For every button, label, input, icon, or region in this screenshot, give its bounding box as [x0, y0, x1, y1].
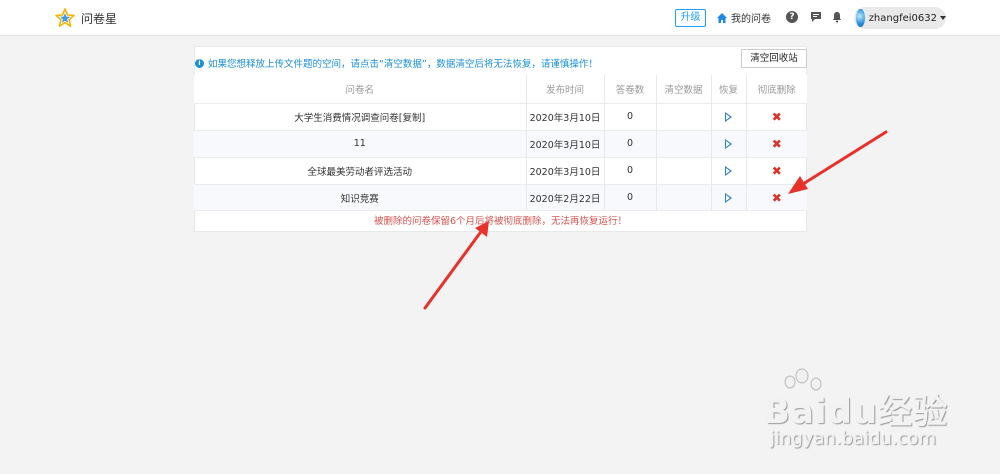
delete-x-icon[interactable]: ✖	[772, 111, 782, 123]
info-icon: i	[195, 58, 204, 68]
my-surveys-link[interactable]: 我的问卷	[716, 10, 771, 25]
restore-cell	[711, 156, 747, 184]
column-header-restore: 恢复	[711, 75, 747, 103]
publish-date: 2020年3月10日	[526, 129, 605, 157]
table-row: 全球最美劳动者评选活动 2020年3月10日 0 ✖	[194, 156, 807, 184]
survey-name: 11	[194, 129, 527, 157]
restore-play-icon[interactable]	[725, 138, 732, 149]
upgrade-button[interactable]: 升级	[675, 9, 706, 27]
logo[interactable]: 问卷星	[55, 8, 117, 28]
username: zhangfei0632	[868, 12, 937, 24]
watermark-domain: jingyan.baidu.com	[770, 428, 937, 449]
delete-x-icon[interactable]: ✖	[772, 192, 782, 204]
column-header-delete: 彻底删除	[746, 75, 807, 103]
delete-cell: ✖	[746, 102, 807, 130]
deleted-surveys-table: 问卷名 发布时间 答卷数 清空数据 恢复 彻底删除 大学生消费情况调查问卷[复制…	[194, 75, 807, 211]
message-icon[interactable]	[810, 11, 822, 26]
publish-date: 2020年3月10日	[526, 102, 605, 130]
clear-data-cell[interactable]	[656, 183, 712, 211]
help-icon[interactable]: ?	[786, 11, 798, 23]
restore-cell	[711, 183, 747, 211]
table-header-row: 问卷名 发布时间 答卷数 清空数据 恢复 彻底删除	[194, 75, 807, 103]
restore-cell	[711, 129, 747, 157]
column-header-date: 发布时间	[526, 75, 605, 103]
avatar	[856, 9, 865, 27]
table-row: 11 2020年3月10日 0 ✖	[194, 129, 807, 157]
notice-text: 如果您想释放上传文件题的空间，请点击“清空数据”，数据清空后将无法恢复，请谨慎操…	[208, 59, 598, 70]
answer-count: 0	[604, 183, 657, 211]
column-header-name: 问卷名	[194, 75, 527, 103]
survey-name: 全球最美劳动者评选活动	[194, 156, 527, 184]
publish-date: 2020年3月10日	[526, 156, 605, 184]
delete-cell: ✖	[746, 129, 807, 157]
restore-play-icon[interactable]	[725, 111, 732, 122]
delete-cell: ✖	[746, 156, 807, 184]
table-row: 知识竞赛 2020年2月22日 0 ✖	[194, 183, 807, 211]
restore-play-icon[interactable]	[725, 165, 732, 176]
answer-count: 0	[604, 129, 657, 157]
clear-data-cell[interactable]	[656, 156, 712, 184]
retention-warning: 被删除的问卷保留6个月后将被彻底删除，无法再恢复运行！	[194, 210, 807, 232]
answer-count: 0	[604, 102, 657, 130]
arrow-to-retention-warning	[423, 221, 489, 310]
clear-data-cell[interactable]	[656, 129, 712, 157]
home-icon	[717, 12, 727, 23]
answer-count: 0	[604, 156, 657, 184]
bell-icon[interactable]	[831, 11, 843, 26]
column-header-clear-data: 清空数据	[656, 75, 712, 103]
my-surveys-label: 我的问卷	[731, 14, 771, 25]
clear-recycle-bin-button[interactable]: 清空回收站	[741, 49, 807, 68]
user-menu[interactable]: zhangfei0632	[854, 7, 946, 29]
baidu-jingyan-watermark: Baidu经验 jingyan.baidu.com	[762, 366, 962, 456]
publish-date: 2020年2月22日	[526, 183, 605, 211]
column-header-answers: 答卷数	[604, 75, 657, 103]
table-row: 大学生消费情况调查问卷[复制] 2020年3月10日 0 ✖	[194, 102, 807, 130]
delete-x-icon[interactable]: ✖	[772, 165, 782, 177]
survey-name: 知识竞赛	[194, 183, 527, 211]
clear-data-cell[interactable]	[656, 102, 712, 130]
delete-cell: ✖	[746, 183, 807, 211]
delete-x-icon[interactable]: ✖	[772, 138, 782, 150]
star-logo-icon	[55, 8, 75, 28]
restore-play-icon[interactable]	[725, 192, 732, 203]
clear-data-notice: i 如果您想释放上传文件题的空间，请点击“清空数据”，数据清空后将无法恢复，请谨…	[195, 56, 598, 70]
logo-text: 问卷星	[81, 11, 118, 26]
survey-name: 大学生消费情况调查问卷[复制]	[194, 102, 527, 130]
chevron-down-icon	[940, 16, 946, 20]
watermark-brand: Baidu经验	[764, 392, 949, 432]
restore-cell	[711, 102, 747, 130]
top-navbar: 问卷星 升级 我的问卷 ? zhangfei0632	[0, 0, 1000, 36]
